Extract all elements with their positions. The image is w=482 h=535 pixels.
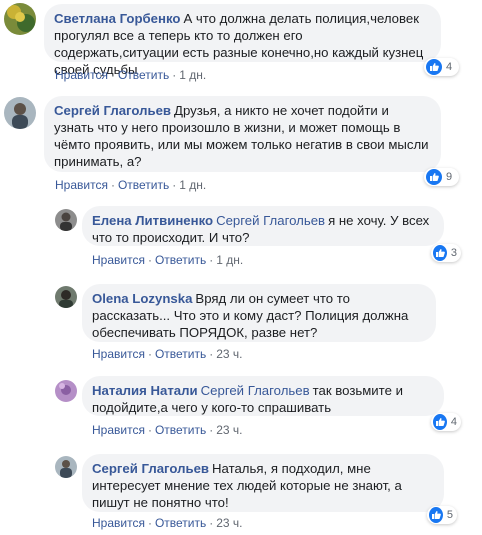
separator: ·	[172, 68, 177, 82]
comment-timestamp[interactable]: 1 дн.	[179, 178, 206, 192]
thumbs-up-icon	[429, 507, 443, 523]
comment-bubble: Сергей Глагольев Наталья, я подходил, мне…	[82, 454, 444, 512]
avatar[interactable]	[55, 286, 77, 308]
reply-button[interactable]: Ответить	[155, 253, 206, 267]
thumbs-up-icon	[426, 59, 442, 75]
like-button[interactable]: Нравится	[92, 423, 145, 437]
comment-actions: Нравится · Ответить · 23 ч.	[92, 423, 243, 437]
like-button[interactable]: Нравится	[55, 178, 108, 192]
comment-actions: Нравится · Ответить · 23 ч.	[92, 347, 243, 361]
reply-button[interactable]: Ответить	[118, 178, 169, 192]
separator: ·	[209, 516, 214, 530]
reply-button[interactable]: Ответить	[118, 68, 169, 82]
thumbs-up-icon	[433, 414, 447, 430]
comment-bubble: Olena Lozynska Вряд ли он сумеет что то р…	[82, 284, 436, 342]
comment-timestamp[interactable]: 1 дн.	[216, 253, 243, 267]
reaction-number: 4	[450, 416, 457, 428]
thumbs-up-icon	[433, 245, 447, 261]
reaction-number: 9	[446, 171, 453, 183]
comment-actions: Нравится · Ответить · 23 ч.	[92, 516, 243, 530]
reaction-count[interactable]: 4	[431, 413, 461, 431]
avatar[interactable]	[4, 3, 36, 35]
mention-link[interactable]: Сергей Глагольев	[201, 383, 310, 398]
like-button[interactable]: Нравится	[92, 516, 145, 530]
mention-link[interactable]: Сергей Глагольев	[216, 213, 325, 228]
comment-bubble: Светлана Горбенко А что должна делать пол…	[44, 4, 441, 77]
comment-author[interactable]: Светлана Горбенко	[54, 11, 180, 26]
comment-actions: Нравится · Ответить · 1 дн.	[55, 178, 206, 192]
reaction-number: 5	[446, 509, 453, 521]
reply-button[interactable]: Ответить	[155, 423, 206, 437]
comment-bubble: Елена Литвиненко Сергей Глагольев я не хоч…	[82, 206, 444, 246]
comment-bubble: Наталия Натали Сергей Глагольев так возьми…	[82, 376, 444, 416]
reply-button[interactable]: Ответить	[155, 347, 206, 361]
separator: ·	[110, 178, 115, 192]
separator: ·	[147, 347, 152, 361]
comment-author[interactable]: Наталия Натали	[92, 383, 198, 398]
separator: ·	[209, 347, 214, 361]
comment-timestamp[interactable]: 23 ч.	[216, 516, 242, 530]
avatar[interactable]	[4, 97, 36, 129]
comment-timestamp[interactable]: 23 ч.	[216, 347, 242, 361]
reaction-count[interactable]: 3	[431, 244, 461, 262]
comment-author[interactable]: Olena Lozynska	[92, 291, 192, 306]
comment-actions: Нравится · Ответить · 1 дн.	[92, 253, 243, 267]
reply-button[interactable]: Ответить	[155, 516, 206, 530]
thumbs-up-icon	[426, 169, 442, 185]
comment-timestamp[interactable]: 23 ч.	[216, 423, 242, 437]
reaction-number: 4	[446, 61, 453, 73]
avatar[interactable]	[55, 380, 77, 402]
comment-author[interactable]: Сергей Глагольев	[92, 461, 209, 476]
comment-bubble: Сергей Глагольев Друзья, а никто не хочет…	[44, 96, 441, 172]
separator: ·	[209, 253, 214, 267]
avatar[interactable]	[55, 456, 77, 478]
reaction-count[interactable]: 5	[427, 506, 457, 524]
reaction-number: 3	[450, 247, 457, 259]
comment-author[interactable]: Елена Литвиненко	[92, 213, 213, 228]
separator: ·	[209, 423, 214, 437]
comment-actions: Нравится · Ответить · 1 дн.	[55, 68, 206, 82]
reaction-count[interactable]: 4	[424, 58, 459, 76]
comment-author[interactable]: Сергей Глагольев	[54, 103, 171, 118]
separator: ·	[147, 423, 152, 437]
separator: ·	[172, 178, 177, 192]
reaction-count[interactable]: 9	[424, 168, 459, 186]
separator: ·	[147, 253, 152, 267]
separator: ·	[110, 68, 115, 82]
like-button[interactable]: Нравится	[55, 68, 108, 82]
avatar[interactable]	[55, 209, 77, 231]
like-button[interactable]: Нравится	[92, 253, 145, 267]
comment-timestamp[interactable]: 1 дн.	[179, 68, 206, 82]
separator: ·	[147, 516, 152, 530]
like-button[interactable]: Нравится	[92, 347, 145, 361]
